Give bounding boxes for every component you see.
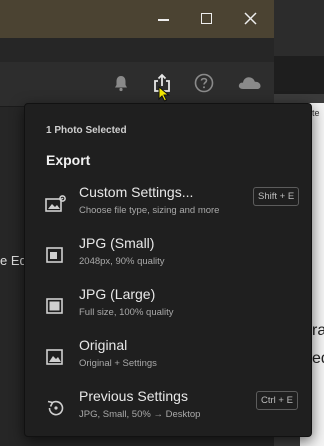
custom-settings-subtitle: Choose file type, sizing and more xyxy=(79,205,220,216)
menu-item-jpg-large[interactable]: JPG (Large) Full size, 100% quality xyxy=(25,286,311,336)
jpg-small-subtitle: 2048px, 90% quality xyxy=(79,256,165,267)
bell-icon[interactable] xyxy=(110,72,132,94)
previous-settings-icon xyxy=(45,398,67,418)
original-image-icon xyxy=(45,347,67,367)
menu-item-previous-settings[interactable]: Previous Settings JPG, Small, 50% → Desk… xyxy=(25,388,311,438)
custom-settings-label: Custom Settings... xyxy=(79,184,194,200)
custom-settings-shortcut: Shift + E xyxy=(253,187,300,206)
left-panel xyxy=(0,107,24,446)
cloud-icon[interactable] xyxy=(236,72,264,94)
selection-count: 1 Photo Selected xyxy=(46,125,127,136)
minimize-icon[interactable] xyxy=(155,10,173,28)
jpg-large-label: JPG (Large) xyxy=(79,286,156,302)
background-text-2: ed xyxy=(312,350,324,367)
export-menu: 1 Photo Selected Export Custom Settings.… xyxy=(24,103,312,437)
background-window-dark xyxy=(274,0,324,56)
top-toolbar xyxy=(0,62,274,107)
jpg-small-icon xyxy=(45,245,67,265)
custom-settings-icon xyxy=(45,194,67,214)
menu-item-jpg-small[interactable]: JPG (Small) 2048px, 90% quality xyxy=(25,235,311,285)
background-window-toolbar xyxy=(274,56,324,94)
help-icon[interactable] xyxy=(193,72,215,94)
previous-settings-shortcut: Ctrl + E xyxy=(256,391,298,410)
original-label: Original xyxy=(79,337,128,353)
background-text-1: ra xyxy=(312,322,324,339)
close-icon[interactable] xyxy=(242,10,260,28)
jpg-large-subtitle: Full size, 100% quality xyxy=(79,307,174,318)
previous-settings-label: Previous Settings xyxy=(79,388,188,404)
jpg-small-label: JPG (Small) xyxy=(79,235,155,251)
menu-item-original[interactable]: Original Original + Settings xyxy=(25,337,311,387)
window-title-bar xyxy=(0,0,274,38)
previous-settings-subtitle: JPG, Small, 50% → Desktop xyxy=(79,409,201,420)
jpg-large-icon xyxy=(45,296,67,316)
menu-item-custom-settings[interactable]: Custom Settings... Choose file type, siz… xyxy=(25,184,311,234)
left-panel-text: e Ed xyxy=(0,253,27,268)
mouse-cursor-icon xyxy=(158,85,170,107)
export-menu-title: Export xyxy=(46,152,91,168)
original-subtitle: Original + Settings xyxy=(79,358,157,369)
maximize-icon[interactable] xyxy=(198,10,216,28)
